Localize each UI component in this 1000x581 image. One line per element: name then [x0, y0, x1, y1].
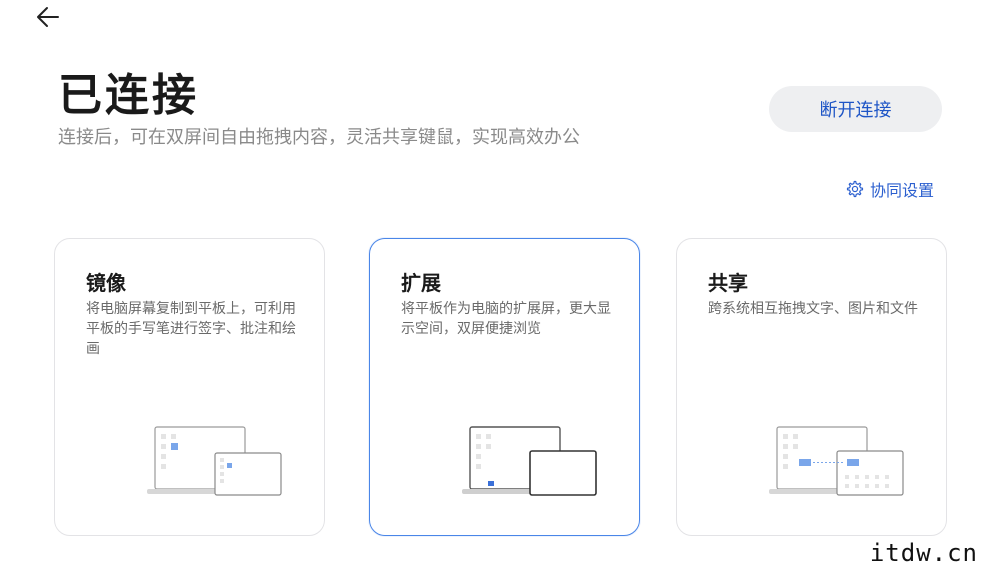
watermark: itdw.cn	[869, 539, 978, 567]
back-button[interactable]	[34, 4, 62, 30]
mode-card-title: 镜像	[86, 271, 126, 295]
page-subtitle: 连接后，可在双屏间自由拖拽内容，灵活共享键鼠，实现高效办公	[58, 127, 580, 148]
mode-card-description: 将电脑屏幕复制到平板上，可利用平板的手写笔进行签字、批注和绘画	[86, 301, 296, 357]
page-title: 已连接	[58, 70, 199, 121]
disconnect-button[interactable]: 断开连接	[769, 86, 942, 132]
mode-card-mirror[interactable]: 镜像 将电脑屏幕复制到平板上，可利用平板的手写笔进行签字、批注和绘画	[54, 238, 325, 536]
collaboration-settings-link[interactable]: 协同设置	[846, 177, 934, 201]
settings-label: 协同设置	[870, 181, 935, 200]
mode-card-extend[interactable]: 扩展 将平板作为电脑的扩展屏，更大显示空间，双屏便捷浏览	[369, 238, 640, 536]
share-illustration-icon	[769, 426, 904, 496]
mode-card-description: 将平板作为电脑的扩展屏，更大显示空间，双屏便捷浏览	[401, 301, 611, 337]
mode-card-description: 跨系统相互拖拽文字、图片和文件	[708, 301, 918, 317]
arrow-left-icon	[37, 7, 59, 27]
gear-icon	[846, 180, 864, 198]
extend-illustration-icon	[462, 426, 597, 496]
mode-card-title: 共享	[708, 271, 748, 295]
mode-card-title: 扩展	[401, 271, 441, 295]
mode-card-share[interactable]: 共享 跨系统相互拖拽文字、图片和文件	[676, 238, 947, 536]
mirror-illustration-icon	[147, 426, 282, 496]
